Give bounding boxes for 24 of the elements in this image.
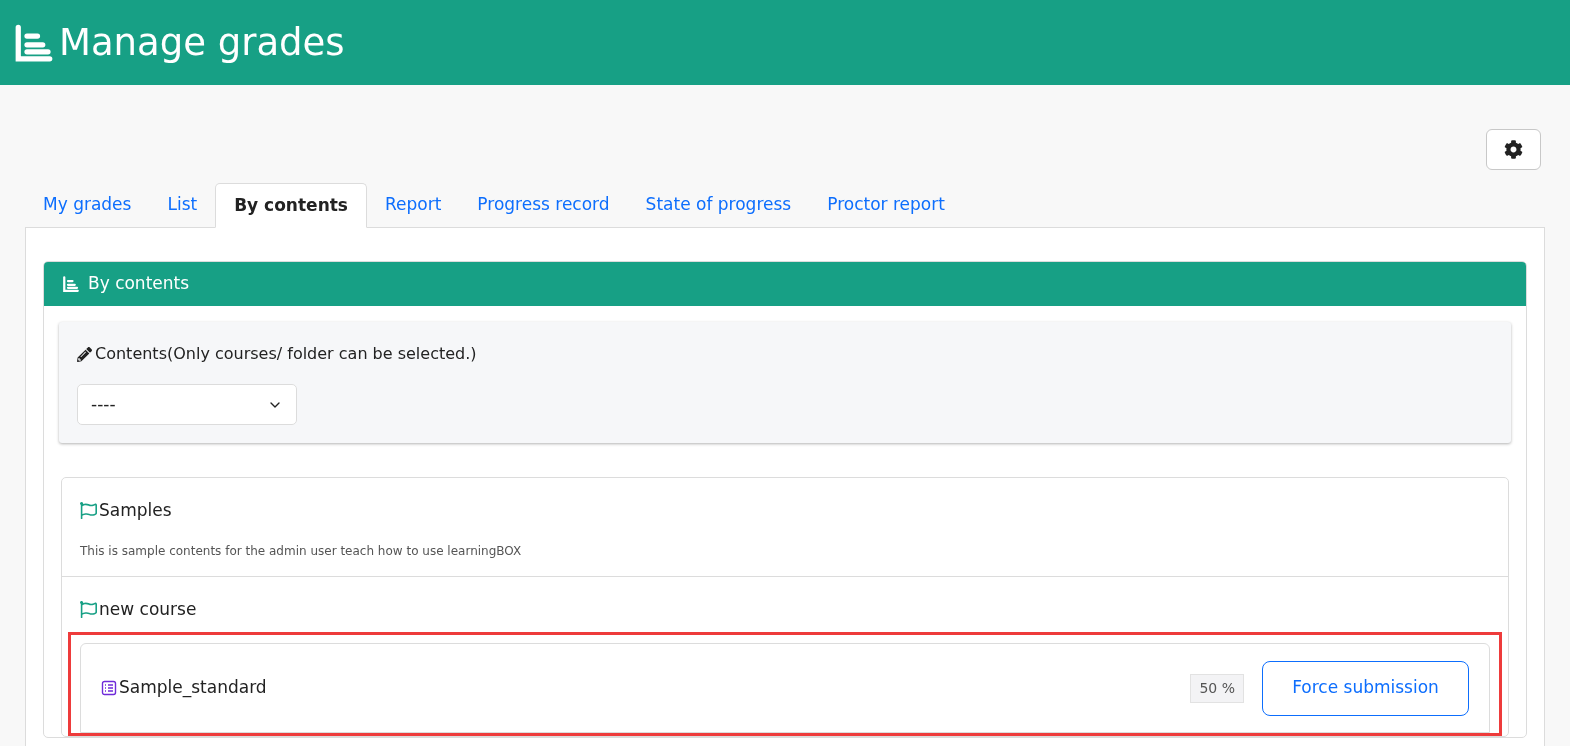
chart-icon <box>62 275 80 293</box>
flag-icon <box>80 502 97 520</box>
item-name: Sample_standard <box>119 676 267 700</box>
contents-select[interactable]: ---- <box>77 384 297 425</box>
tab[interactable]: State of progress <box>627 182 810 227</box>
tab[interactable]: Proctor report <box>809 182 963 227</box>
course-description: This is sample contents for the admin user teach how to use learningBOX <box>80 542 523 560</box>
card-title: By contents <box>88 272 190 296</box>
tab[interactable]: By contents <box>215 183 367 228</box>
force-submission-button[interactable]: Force submission <box>1262 660 1469 716</box>
checklist-icon <box>101 680 117 696</box>
progress-percentage: 50 % <box>1190 673 1244 703</box>
flag-icon <box>80 600 97 618</box>
tab[interactable]: List <box>149 182 216 227</box>
tab[interactable]: My grades <box>25 182 150 227</box>
course-name: Samples <box>99 499 172 522</box>
pencil-icon <box>77 346 92 362</box>
course-name: new course <box>99 597 197 621</box>
settings-icon <box>1504 140 1523 159</box>
tab[interactable]: Report <box>367 182 460 227</box>
tab[interactable]: Progress record <box>459 182 628 227</box>
settings-button[interactable] <box>1486 129 1541 170</box>
filter-label: Contents(Only courses/ folder can be selected.) <box>95 343 477 365</box>
page-title: Manage grades <box>59 19 345 66</box>
